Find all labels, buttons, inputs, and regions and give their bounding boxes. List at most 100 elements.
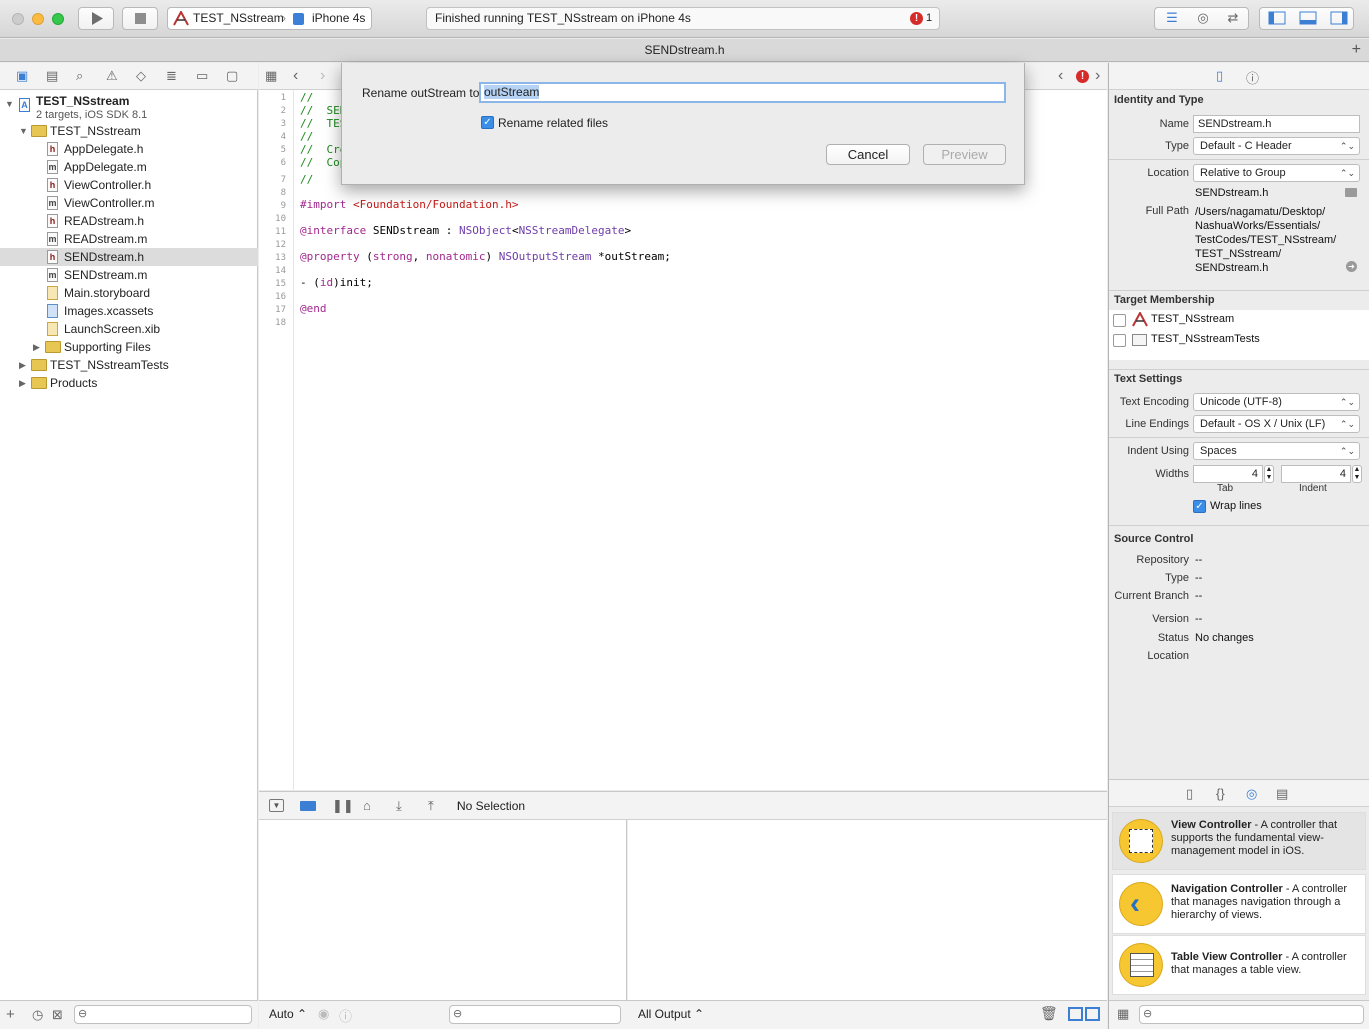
tab-width-field[interactable]: 4	[1193, 465, 1263, 483]
code-snippet-library-icon[interactable]: {}	[1216, 786, 1225, 801]
navigator-toggle-icon[interactable]	[1268, 11, 1286, 25]
file-row[interactable]: m READstream.m	[0, 230, 258, 248]
forward-arrow-icon[interactable]: ›	[320, 67, 325, 85]
add-icon[interactable]: +	[6, 1006, 15, 1023]
file-row[interactable]: m AppDelegate.m	[0, 158, 258, 176]
info-icon[interactable]: ⓘ	[339, 1006, 352, 1025]
library-item[interactable]: ‹ Navigation Controller - A controller t…	[1112, 874, 1366, 934]
file-row[interactable]: h ViewController.h	[0, 176, 258, 194]
hide-debug-area-icon[interactable]: ▼	[269, 799, 284, 812]
test-navigator-icon[interactable]: ◇	[136, 68, 146, 84]
folder-icon[interactable]	[1345, 188, 1357, 197]
rename-related-files-checkbox[interactable]: ✓	[481, 116, 494, 129]
object-library-icon[interactable]: ◎	[1246, 786, 1257, 802]
step-into-icon[interactable]: ⤓	[396, 798, 402, 814]
quick-look-icon[interactable]: ◉	[318, 1006, 329, 1022]
console-output-popup[interactable]: All Output ⌃	[638, 1007, 704, 1021]
library-item[interactable]: View Controller - A controller that supp…	[1112, 812, 1366, 870]
line-endings-popup[interactable]: Default - OS X / Unix (LF) ⌃⌄	[1193, 415, 1360, 433]
file-row-selected[interactable]: h SENDstream.h	[0, 248, 258, 266]
navigator-filter-field[interactable]: ⊖	[74, 1005, 252, 1024]
report-navigator-icon[interactable]: ▢	[226, 68, 238, 84]
source-control-filter-icon[interactable]: ⊠	[52, 1007, 63, 1023]
source-editor[interactable]: 1 2 3 4 5 6 7 8 9 10 11 12 13 14 15 16 1…	[259, 90, 1107, 790]
step-out-icon[interactable]: ⤒	[428, 798, 434, 814]
disclosure-closed-icon[interactable]: ▶	[33, 338, 40, 356]
location-popup[interactable]: Relative to Group ⌃⌄	[1193, 164, 1360, 182]
file-row[interactable]: Main.storyboard	[0, 284, 258, 302]
group-row[interactable]: ▶ Supporting Files	[0, 338, 258, 356]
variables-filter-field[interactable]: ⊖	[449, 1005, 621, 1024]
project-navigator-icon[interactable]: ▣	[16, 68, 28, 84]
tab-sendstream-h[interactable]: SENDstream.h	[644, 43, 724, 57]
text-encoding-popup[interactable]: Unicode (UTF-8) ⌃⌄	[1193, 393, 1360, 411]
file-row[interactable]: Images.xcassets	[0, 302, 258, 320]
recent-files-icon[interactable]: ◷	[32, 1007, 43, 1023]
related-items-icon[interactable]: ▦	[265, 68, 277, 84]
cancel-button[interactable]: Cancel	[826, 144, 910, 165]
debug-area-toggle-icon[interactable]	[1299, 11, 1317, 25]
previous-issue-icon[interactable]: ‹	[1058, 67, 1063, 85]
quick-help-icon[interactable]: ⓘ	[1246, 68, 1259, 87]
group-row[interactable]: ▼ TEST_NSstream	[0, 122, 258, 140]
disclosure-closed-icon[interactable]: ▶	[19, 374, 26, 392]
console-view[interactable]	[628, 820, 1107, 1000]
reveal-in-finder-icon[interactable]: ➜	[1346, 261, 1357, 272]
library-filter-field[interactable]: ⊖	[1139, 1005, 1364, 1024]
back-arrow-icon[interactable]: ‹	[293, 67, 298, 85]
utilities-toggle-icon[interactable]	[1330, 11, 1348, 25]
file-template-library-icon[interactable]: ▯	[1186, 786, 1193, 802]
media-library-icon[interactable]: ▤	[1276, 786, 1288, 802]
project-row[interactable]: ▼ A TEST_NSstream 2 targets, iOS SDK 8.1	[0, 92, 258, 122]
trash-icon[interactable]: 🗑	[1040, 1005, 1058, 1022]
issue-navigator-icon[interactable]: ⚠	[106, 68, 118, 84]
show-variables-icon[interactable]	[1068, 1007, 1083, 1021]
next-issue-icon[interactable]: ›	[1095, 67, 1100, 85]
zoom-window-button[interactable]	[52, 13, 64, 25]
pause-icon[interactable]: ❚❚	[332, 798, 354, 814]
variables-scope-popup[interactable]: Auto ⌃	[269, 1007, 307, 1021]
file-inspector-icon[interactable]: ▯	[1216, 68, 1223, 84]
target-checkbox[interactable]	[1113, 334, 1126, 347]
file-row[interactable]: LaunchScreen.xib	[0, 320, 258, 338]
debug-navigator-icon[interactable]: ≣	[166, 68, 177, 84]
group-row[interactable]: ▶ Products	[0, 374, 258, 392]
error-icon[interactable]: !	[1076, 70, 1089, 83]
tab-width-stepper[interactable]: ▲ ▼	[1264, 465, 1274, 483]
file-row[interactable]: h AppDelegate.h	[0, 140, 258, 158]
variables-view[interactable]	[259, 820, 627, 1000]
version-editor-icon[interactable]: ⇄	[1218, 10, 1248, 26]
preview-button[interactable]: Preview	[923, 144, 1006, 165]
indent-width-stepper[interactable]: ▲ ▼	[1352, 465, 1362, 483]
grid-view-icon[interactable]: ▦	[1117, 1006, 1129, 1022]
file-row[interactable]: m SENDstream.m	[0, 266, 258, 284]
file-row[interactable]: h READstream.h	[0, 212, 258, 230]
scheme-selector[interactable]: TEST_NSstream › iPhone 4s	[167, 7, 372, 30]
disclosure-open-icon[interactable]: ▼	[5, 95, 14, 113]
rename-input[interactable]: outStream	[479, 82, 1006, 103]
disclosure-open-icon[interactable]: ▼	[19, 122, 28, 140]
step-over-icon[interactable]: ⌂	[363, 798, 371, 813]
run-button[interactable]	[78, 7, 114, 30]
show-console-icon[interactable]	[1085, 1007, 1100, 1021]
file-row[interactable]: m ViewController.m	[0, 194, 258, 212]
library-item[interactable]: Table View Controller - A controller tha…	[1112, 935, 1366, 995]
assistant-editor-icon[interactable]: ◎	[1188, 10, 1218, 26]
find-navigator-icon[interactable]: ⌕	[76, 68, 83, 84]
indent-using-popup[interactable]: Spaces ⌃⌄	[1193, 442, 1360, 460]
breakpoint-navigator-icon[interactable]: ▭	[196, 68, 208, 84]
stop-button[interactable]	[122, 7, 158, 30]
file-type-popup[interactable]: Default - C Header ⌃⌄	[1193, 137, 1360, 155]
error-icon[interactable]: !	[910, 12, 923, 25]
standard-editor-icon[interactable]: ☰	[1157, 10, 1187, 26]
symbol-navigator-icon[interactable]: ▤	[46, 68, 58, 84]
wrap-lines-checkbox[interactable]: ✓	[1193, 500, 1206, 513]
add-tab-icon[interactable]: +	[1352, 39, 1361, 61]
breakpoints-toggle-icon[interactable]	[300, 801, 316, 811]
close-window-button[interactable]	[12, 13, 24, 25]
name-field[interactable]: SENDstream.h	[1193, 115, 1360, 133]
target-checkbox[interactable]	[1113, 314, 1126, 327]
minimize-window-button[interactable]	[32, 13, 44, 25]
indent-width-field[interactable]: 4	[1281, 465, 1351, 483]
disclosure-closed-icon[interactable]: ▶	[19, 356, 26, 374]
